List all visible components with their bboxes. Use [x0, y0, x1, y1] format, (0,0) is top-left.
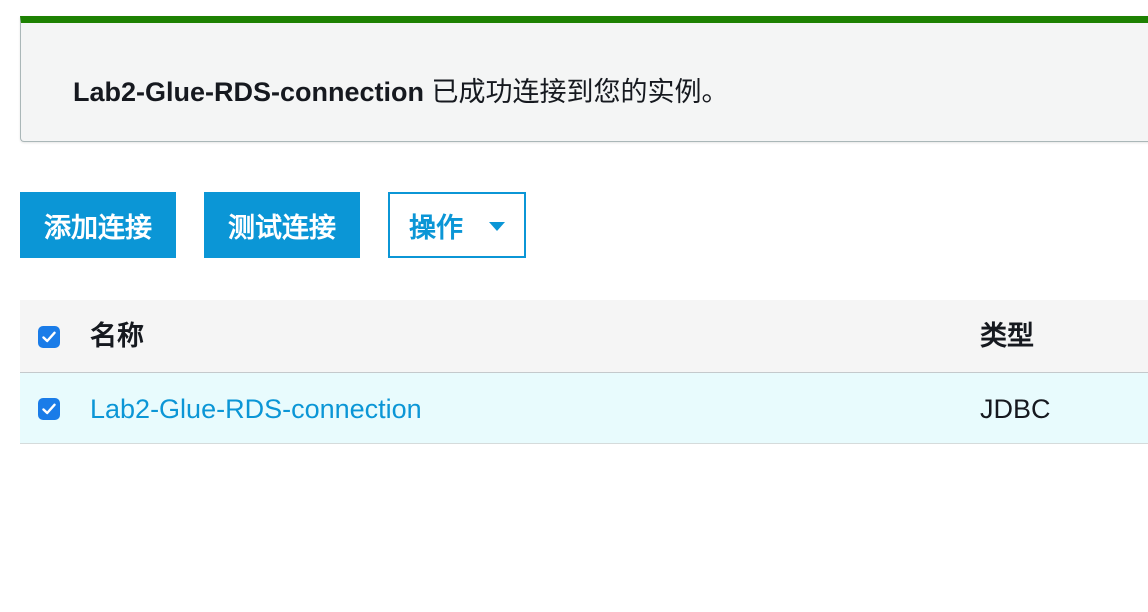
table-header: 名称 类型 — [20, 300, 1148, 373]
checkmark-icon — [42, 331, 56, 343]
add-connection-button[interactable]: 添加连接 — [20, 192, 176, 258]
select-all-checkbox[interactable] — [38, 326, 60, 348]
column-header-type[interactable]: 类型 — [980, 320, 1034, 352]
flash-message: Lab2-Glue-RDS-connection 已成功连接到您的实例。 — [73, 76, 729, 108]
add-connection-label: 添加连接 — [44, 212, 152, 243]
connection-type-cell: JDBC — [980, 394, 1051, 424]
row-checkbox[interactable] — [38, 398, 60, 420]
success-flash-banner: Lab2-Glue-RDS-connection 已成功连接到您的实例。 — [20, 16, 1148, 142]
flash-connection-name: Lab2-Glue-RDS-connection — [73, 77, 425, 107]
flash-message-text: 已成功连接到您的实例。 — [424, 77, 729, 107]
column-header-name[interactable]: 名称 — [90, 320, 144, 352]
table-row[interactable]: Lab2-Glue-RDS-connection JDBC — [20, 373, 1148, 444]
checkmark-icon — [42, 403, 56, 415]
actions-label: 操作 — [409, 212, 463, 243]
test-connection-label: 测试连接 — [228, 212, 336, 243]
glue-connections-page: Lab2-Glue-RDS-connection 已成功连接到您的实例。 添加连… — [0, 0, 1148, 612]
connections-table: 名称 类型 Lab2-Glue-RDS-connection JDBC — [20, 300, 1148, 444]
actions-dropdown-button[interactable]: 操作 — [388, 192, 526, 258]
caret-down-icon — [489, 221, 505, 231]
test-connection-button[interactable]: 测试连接 — [204, 192, 360, 258]
connection-name-link[interactable]: Lab2-Glue-RDS-connection — [90, 393, 422, 425]
